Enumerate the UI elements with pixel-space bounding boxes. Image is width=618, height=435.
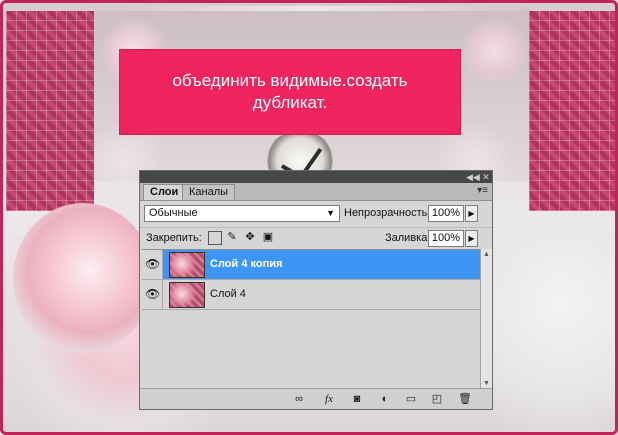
instruction-line-1: объединить видимые.создать — [172, 71, 408, 90]
new-layer-icon[interactable]: ◰ — [430, 392, 444, 406]
lock-all-icon[interactable]: ▣ — [262, 231, 274, 243]
panel-menu-icon[interactable]: ▾≡ — [477, 185, 488, 196]
right-pattern — [529, 11, 615, 211]
rose-decor — [13, 203, 153, 353]
close-icon[interactable]: ✕ — [480, 172, 492, 182]
instruction-banner: объединить видимые.создать дубликат. — [120, 50, 460, 134]
tab-channels[interactable]: Каналы — [182, 184, 236, 200]
tab-layers[interactable]: Слои — [143, 184, 186, 200]
visibility-toggle[interactable]: 👁 — [142, 280, 163, 309]
layer-row[interactable]: 👁 Слой 4 копия — [142, 250, 480, 280]
layers-panel: ◀◀ ✕ Слои Каналы ▾≡ Обычные ▼ Непрозрачн… — [139, 170, 493, 410]
blend-mode-select[interactable]: Обычные ▼ — [144, 205, 340, 222]
blend-mode-value: Обычные — [149, 207, 198, 219]
collapse-icon[interactable]: ◀◀ — [466, 172, 480, 182]
lock-paint-icon[interactable]: ✎ — [226, 231, 238, 243]
layer-thumbnail — [169, 252, 205, 278]
layer-name[interactable]: Слой 4 — [210, 280, 246, 309]
link-icon[interactable]: ∞ — [292, 392, 306, 406]
instruction-text: объединить видимые.создать дубликат. — [145, 70, 435, 114]
blend-row: Обычные ▼ Непрозрачность: 100% ▶ — [140, 202, 492, 226]
panel-tabs: Слои Каналы ▾≡ — [140, 183, 492, 201]
trash-icon[interactable]: 🗑 — [458, 392, 472, 406]
opacity-input[interactable]: 100% — [428, 205, 464, 222]
lock-label: Закрепить: — [146, 232, 202, 244]
lock-transparent-icon[interactable] — [208, 231, 222, 245]
opacity-label: Непрозрачность: — [344, 207, 431, 219]
chevron-down-icon: ▼ — [326, 208, 335, 218]
fill-input[interactable]: 100% — [428, 230, 464, 247]
fx-icon[interactable]: fx — [322, 392, 336, 406]
left-pattern — [6, 11, 94, 211]
layer-row[interactable]: 👁 Слой 4 — [142, 280, 480, 310]
folder-icon[interactable]: ▭ — [404, 392, 418, 406]
panel-bottom-bar: ∞ fx ◙ ◐ ▭ ◰ 🗑 — [140, 388, 492, 409]
fill-label: Заливка: — [385, 232, 431, 244]
layers-scrollbar[interactable]: ▲ ▼ — [480, 249, 492, 389]
adjustment-icon[interactable]: ◐ — [378, 392, 392, 406]
visibility-toggle[interactable]: 👁 — [142, 250, 163, 279]
fill-slider-button[interactable]: ▶ — [465, 230, 478, 247]
eye-icon: 👁 — [145, 257, 161, 271]
lock-move-icon[interactable]: ✥ — [244, 231, 256, 243]
layers-list: 👁 Слой 4 копия 👁 Слой 4 — [142, 249, 480, 390]
layer-name[interactable]: Слой 4 копия — [210, 250, 282, 279]
lock-row: Закрепить: ✎ ✥ ▣ Заливка: 100% ▶ — [140, 227, 492, 250]
instruction-line-2: дубликат. — [252, 93, 328, 112]
opacity-slider-button[interactable]: ▶ — [465, 205, 478, 222]
mask-icon[interactable]: ◙ — [350, 392, 364, 406]
panel-titlebar: ◀◀ ✕ — [140, 171, 492, 183]
eye-icon: 👁 — [145, 287, 161, 301]
layer-thumbnail — [169, 282, 205, 308]
scroll-up-icon[interactable]: ▲ — [481, 249, 492, 260]
